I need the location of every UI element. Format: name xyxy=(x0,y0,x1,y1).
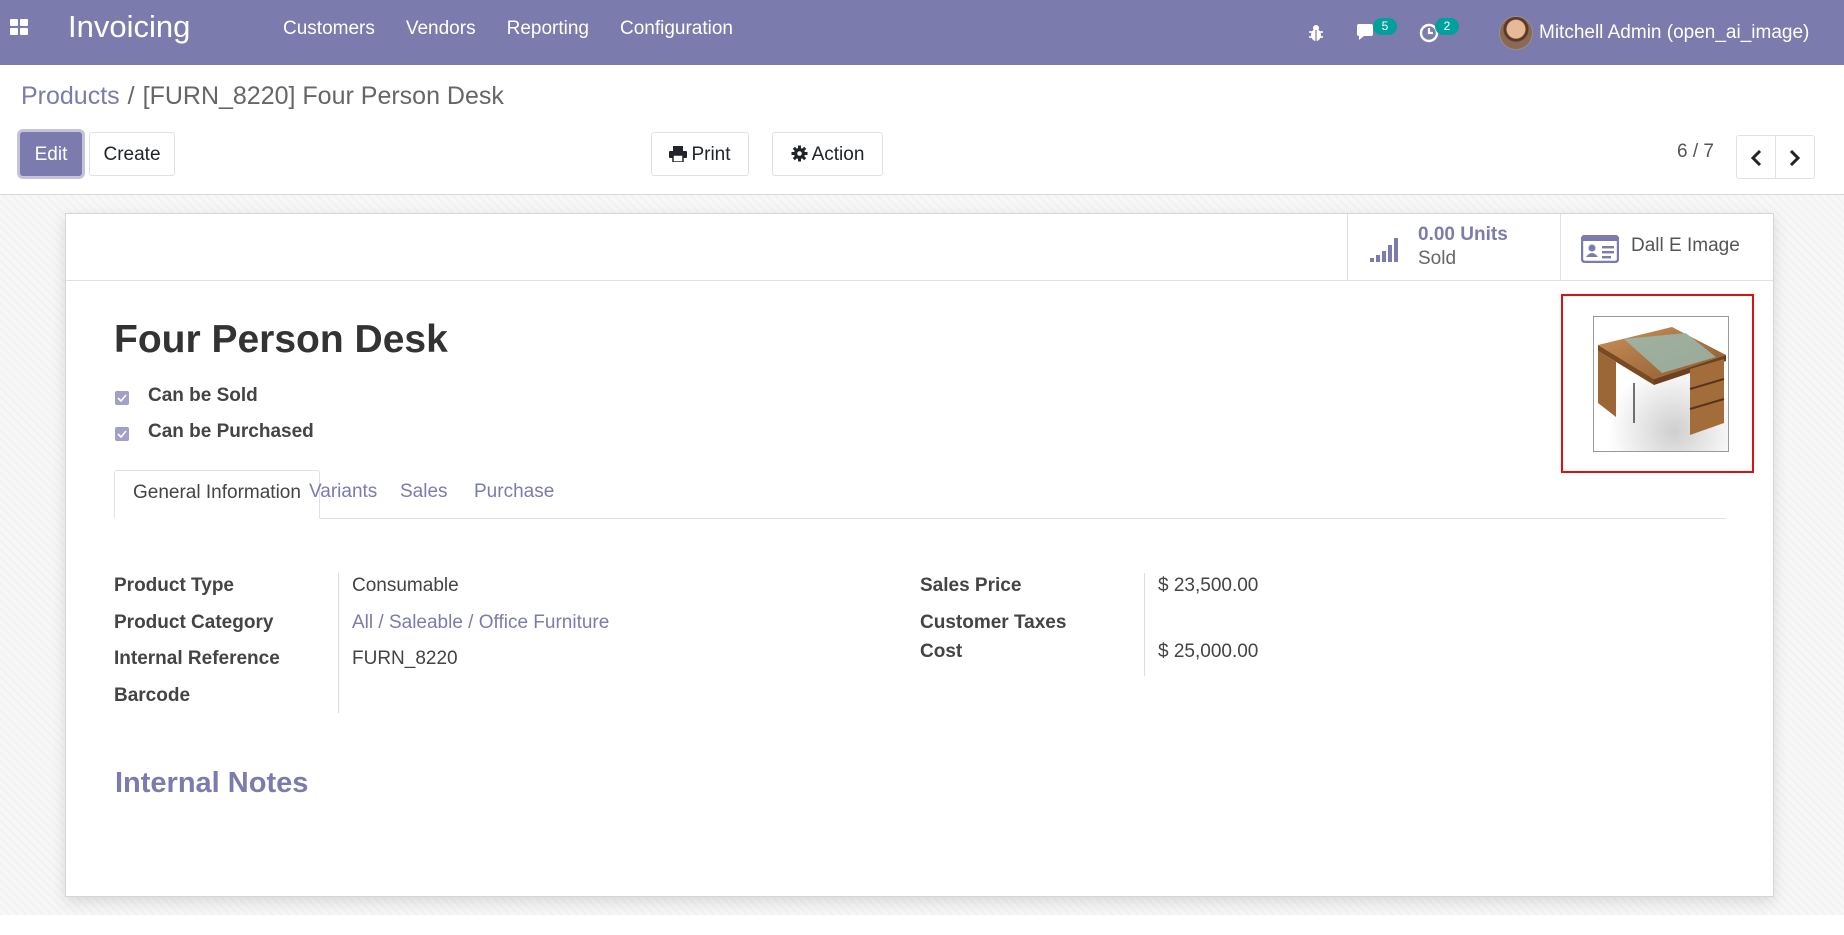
breadcrumb-current: [FURN_8220] Four Person Desk xyxy=(142,82,504,110)
gear-icon xyxy=(791,145,808,162)
can-be-purchased-checkbox[interactable] xyxy=(115,426,129,441)
app-name[interactable]: Invoicing xyxy=(68,9,190,45)
id-card-icon xyxy=(1581,235,1619,263)
pager-previous-button[interactable] xyxy=(1736,135,1776,179)
control-panel: Products / [FURN_8220] Four Person Desk Ed… xyxy=(0,65,1844,195)
signal-bars-icon xyxy=(1370,238,1398,262)
bug-icon xyxy=(1309,24,1323,41)
menu-configuration[interactable]: Configuration xyxy=(620,18,733,40)
product-type-field[interactable]: Consumable xyxy=(352,575,459,597)
desk-image xyxy=(1594,317,1728,451)
checkmark-icon xyxy=(117,393,127,402)
edit-button[interactable]: Edit xyxy=(20,132,82,176)
form-sheet: 0.00 Units Sold Dall E Image Four Person… xyxy=(65,213,1774,897)
pager-value[interactable]: 6 / 7 xyxy=(1677,141,1714,163)
dalle-image-label: Dall E Image xyxy=(1631,235,1740,256)
avatar xyxy=(1499,15,1533,50)
checkmark-icon xyxy=(117,429,127,438)
product-type-label: Product Type xyxy=(114,575,234,596)
cost-field[interactable]: $ 25,000.00 xyxy=(1158,641,1258,663)
tab-purchase[interactable]: Purchase xyxy=(474,470,554,518)
chevron-left-icon xyxy=(1750,150,1762,166)
main-menu: Customers Vendors Reporting Configuratio… xyxy=(283,18,764,40)
chevron-right-icon xyxy=(1789,150,1801,166)
cost-label: Cost xyxy=(920,641,963,662)
product-category-field[interactable]: All / Saleable / Office Furniture xyxy=(352,612,609,634)
product-image[interactable] xyxy=(1593,316,1729,452)
create-button[interactable]: Create xyxy=(89,132,175,176)
activities-count-badge: 2 xyxy=(1435,18,1459,35)
product-name[interactable]: Four Person Desk xyxy=(114,318,448,362)
tab-sales[interactable]: Sales xyxy=(400,470,448,518)
smart-button-box: 0.00 Units Sold Dall E Image xyxy=(66,214,1773,281)
left-group-divider xyxy=(338,573,339,713)
tab-general-information[interactable]: General Information xyxy=(114,470,320,519)
notebook-tabs: General Information Variants Sales Purch… xyxy=(114,470,1726,519)
internal-reference-label: Internal Reference xyxy=(114,648,280,669)
user-name: Mitchell Admin (open_ai_image) xyxy=(1539,21,1810,43)
product-image-highlight xyxy=(1561,294,1754,473)
print-label: Print xyxy=(691,144,731,165)
barcode-label: Barcode xyxy=(114,685,191,706)
top-navbar: Invoicing Customers Vendors Reporting Co… xyxy=(0,0,1844,65)
can-be-purchased-row: Can be Purchased xyxy=(115,421,314,443)
menu-customers[interactable]: Customers xyxy=(283,18,375,40)
user-menu[interactable]: Mitchell Admin (open_ai_image) xyxy=(1499,0,1809,65)
menu-reporting[interactable]: Reporting xyxy=(507,18,589,40)
apps-menu-icon[interactable] xyxy=(10,19,30,39)
action-button[interactable]: Action xyxy=(772,132,883,176)
action-label: Action xyxy=(811,144,865,165)
right-group-divider xyxy=(1144,573,1145,676)
print-button[interactable]: Print xyxy=(651,132,749,176)
can-be-purchased-label: Can be Purchased xyxy=(148,421,314,442)
sales-price-field[interactable]: $ 23,500.00 xyxy=(1158,575,1258,597)
debug-button[interactable] xyxy=(1307,0,1325,65)
messages-count-badge: 5 xyxy=(1373,18,1397,35)
can-be-sold-row: Can be Sold xyxy=(115,385,258,407)
breadcrumb-separator: / xyxy=(127,82,135,110)
can-be-sold-checkbox[interactable] xyxy=(115,390,129,405)
can-be-sold-label: Can be Sold xyxy=(148,385,258,406)
units-sold-button[interactable]: 0.00 Units Sold xyxy=(1347,214,1560,280)
internal-reference-field[interactable]: FURN_8220 xyxy=(352,648,458,670)
customer-taxes-label: Customer Taxes xyxy=(920,612,1067,633)
messages-button[interactable]: 5 xyxy=(1355,0,1397,65)
internal-notes-title: Internal Notes xyxy=(115,767,309,799)
breadcrumb: Products / [FURN_8220] Four Person Desk xyxy=(21,82,504,111)
menu-vendors[interactable]: Vendors xyxy=(406,18,476,40)
units-sold-label: Sold xyxy=(1418,248,1457,269)
activities-button[interactable]: 2 xyxy=(1419,0,1459,65)
sales-price-label: Sales Price xyxy=(920,575,1022,596)
tab-variants[interactable]: Variants xyxy=(309,470,377,518)
units-sold-value: 0.00 Units xyxy=(1418,224,1508,245)
product-category-label: Product Category xyxy=(114,612,274,633)
printer-icon xyxy=(669,146,688,163)
pager-next-button[interactable] xyxy=(1775,135,1815,179)
dalle-image-button[interactable]: Dall E Image xyxy=(1560,214,1773,280)
breadcrumb-products-link[interactable]: Products xyxy=(21,82,120,110)
